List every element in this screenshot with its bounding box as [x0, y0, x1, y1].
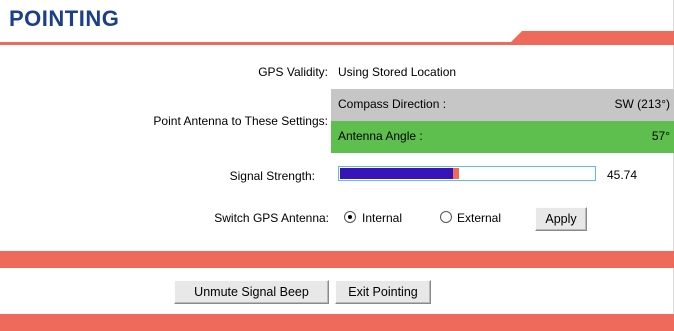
- gps-validity-value: Using Stored Location: [338, 65, 457, 79]
- compass-direction-label: Compass Direction :: [338, 97, 447, 111]
- switch-gps-antenna-label: Switch GPS Antenna:: [214, 211, 329, 225]
- signal-strength-value: 45.74: [607, 168, 638, 182]
- apply-button[interactable]: Apply: [535, 207, 587, 231]
- signal-strength-meter: [338, 166, 596, 181]
- antenna-angle-row: Antenna Angle : 57°: [331, 121, 674, 153]
- exit-pointing-button[interactable]: Exit Pointing: [335, 280, 431, 304]
- page-title: POINTING: [9, 6, 120, 31]
- external-radio[interactable]: [440, 211, 452, 223]
- signal-strength-tip: [453, 168, 459, 179]
- point-antenna-label: Point Antenna to These Settings:: [153, 114, 328, 128]
- footer-band: [0, 314, 674, 331]
- antenna-angle-value: 57°: [651, 129, 670, 143]
- title-underline-band: [0, 31, 674, 45]
- antenna-angle-label: Antenna Angle :: [338, 129, 423, 143]
- compass-direction-row: Compass Direction : SW (213°): [331, 89, 674, 121]
- compass-direction-value: SW (213°): [614, 97, 670, 111]
- internal-radio[interactable]: [344, 211, 356, 223]
- signal-strength-fill: [340, 168, 453, 179]
- section-divider-band: [0, 251, 674, 268]
- external-radio-label[interactable]: External: [457, 211, 501, 225]
- unmute-signal-beep-button[interactable]: Unmute Signal Beep: [174, 280, 329, 304]
- signal-strength-label: Signal Strength:: [229, 169, 315, 183]
- internal-radio-label[interactable]: Internal: [362, 211, 402, 225]
- gps-validity-label: GPS Validity:: [258, 65, 328, 79]
